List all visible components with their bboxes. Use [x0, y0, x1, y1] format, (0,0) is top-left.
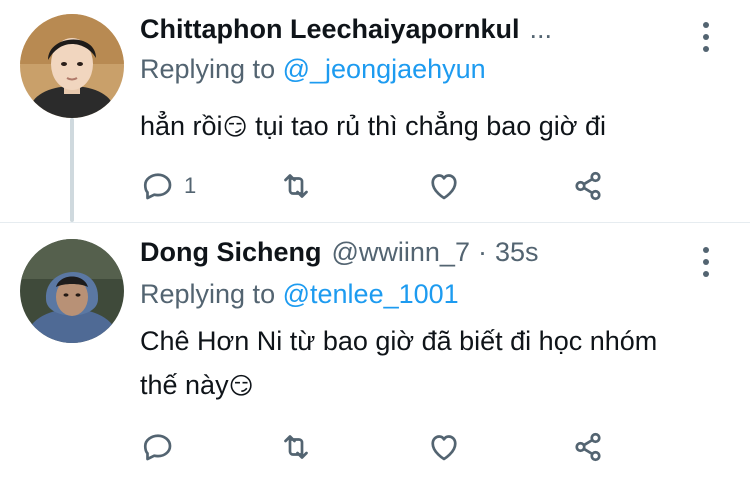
- share-icon: [575, 432, 601, 462]
- user-handle[interactable]: @wwiinn_7: [332, 237, 470, 268]
- name-overflow: ...: [529, 14, 553, 44]
- avatar[interactable]: [20, 239, 124, 343]
- tweet-item[interactable]: Chittaphon Leechaiyapornkul ... Replying…: [0, 0, 750, 222]
- avatar[interactable]: [20, 14, 124, 118]
- smirk-emoji: 😏: [228, 373, 254, 400]
- tweet-text-part: tụi tao rủ thì chẳng bao giờ đi: [247, 111, 607, 141]
- reply-icon: [143, 434, 172, 461]
- tweet-text-part: hẳn rồi: [140, 111, 223, 141]
- replying-label: Replying to: [140, 54, 276, 84]
- reply-icon: [143, 173, 172, 200]
- tweet-header: Chittaphon Leechaiyapornkul ...: [140, 14, 680, 54]
- replying-label: Replying to: [140, 279, 276, 309]
- replying-to-line: Replying to @_jeongjaehyun: [140, 54, 486, 85]
- retweet-button[interactable]: [278, 429, 314, 465]
- like-button[interactable]: [426, 429, 462, 465]
- reply-count: 1: [184, 173, 197, 198]
- like-icon: [431, 174, 457, 200]
- tweet-text-part: Chê Hơn Ni từ bao giờ đã biết đi học nhó…: [140, 326, 658, 400]
- thread-line: [70, 118, 74, 222]
- smirk-emoji: 😏: [222, 114, 248, 141]
- display-name[interactable]: Chittaphon Leechaiyapornkul: [140, 14, 520, 45]
- tweet-header: Dong Sicheng @wwiinn_7 · 35s: [140, 237, 680, 277]
- replying-mention[interactable]: @tenlee_1001: [283, 279, 459, 309]
- like-button[interactable]: [426, 168, 462, 204]
- retweet-button[interactable]: [278, 168, 314, 204]
- display-name[interactable]: Dong Sicheng: [140, 237, 322, 268]
- replying-to-line: Replying to @tenlee_1001: [140, 279, 459, 310]
- share-button[interactable]: [570, 168, 606, 204]
- more-icon[interactable]: [700, 22, 712, 52]
- reply-button[interactable]: [140, 429, 176, 465]
- retweet-icon: [284, 174, 308, 198]
- timestamp[interactable]: 35s: [495, 237, 539, 268]
- tweet-text: Chê Hơn Ni từ bao giờ đã biết đi học nhó…: [140, 319, 700, 409]
- tweet-item[interactable]: Dong Sicheng @wwiinn_7 · 35s Replying to…: [0, 222, 750, 478]
- share-icon: [575, 171, 601, 201]
- more-icon[interactable]: [700, 247, 712, 277]
- tweet-text: hẳn rồi😏 tụi tao rủ thì chẳng bao giờ đi: [140, 104, 710, 150]
- reply-button[interactable]: 1: [140, 168, 196, 204]
- replying-mention[interactable]: @_jeongjaehyun: [283, 54, 486, 84]
- separator-dot: ·: [477, 237, 487, 267]
- tweet-actions: [140, 429, 620, 465]
- tweet-actions: 1: [140, 168, 620, 204]
- share-button[interactable]: [570, 429, 606, 465]
- like-icon: [431, 435, 457, 461]
- retweet-icon: [284, 435, 308, 459]
